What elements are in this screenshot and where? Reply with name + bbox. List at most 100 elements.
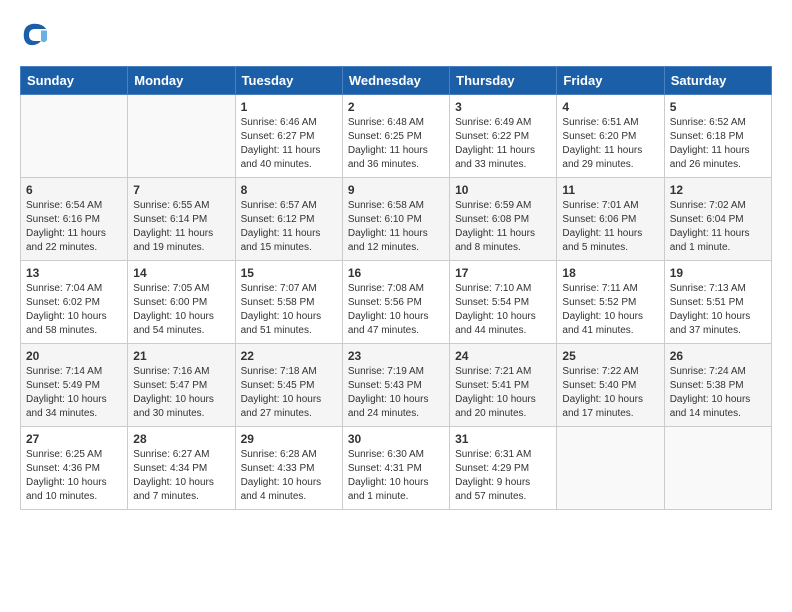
calendar-day: 5 Sunrise: 6:52 AM Sunset: 6:18 PM Daylig… xyxy=(664,95,771,178)
header-cell-monday: Monday xyxy=(128,67,235,95)
calendar-day: 29Sunrise: 6:28 AM Sunset: 4:33 PM Dayli… xyxy=(235,427,342,510)
calendar-day: 13 Sunrise: 7:04 AM Sunset: 6:02 PM Dayli… xyxy=(21,261,128,344)
calendar-week-5: 27 Sunrise: 6:25 AM Sunset: 4:36 PM Dayli… xyxy=(21,427,772,510)
day-info: Sunrise: 6:46 AM Sunset: 6:27 PM Dayligh… xyxy=(241,116,337,172)
day-number: 5 xyxy=(670,100,766,114)
day-number: 9 xyxy=(348,183,444,197)
calendar-day: 7 Sunrise: 6:55 AM Sunset: 6:14 PM Daylig… xyxy=(128,178,235,261)
calendar-day xyxy=(21,95,128,178)
calendar-header: SundayMondayTuesdayWednesdayThursdayFrid… xyxy=(21,67,772,95)
day-info: Sunrise: 7:10 AM Sunset: 5:54 PM Dayligh… xyxy=(455,282,551,338)
calendar-day xyxy=(128,95,235,178)
day-info: Sunrise: 7:22 AM Sunset: 5:40 PM Dayligh… xyxy=(562,365,658,421)
day-number: 24 xyxy=(455,349,551,363)
logo-icon xyxy=(20,20,50,50)
day-number: 23 xyxy=(348,349,444,363)
day-number: 18 xyxy=(562,266,658,280)
calendar-day: 30Sunrise: 6:30 AM Sunset: 4:31 PM Dayli… xyxy=(342,427,449,510)
day-info: Sunrise: 7:16 AM Sunset: 5:47 PM Dayligh… xyxy=(133,365,229,421)
day-info: Sunrise: 7:13 AM Sunset: 5:51 PM Dayligh… xyxy=(670,282,766,338)
day-info: Sunrise: 7:01 AM Sunset: 6:06 PM Dayligh… xyxy=(562,199,658,255)
day-number: 31 xyxy=(455,432,551,446)
logo xyxy=(20,20,54,50)
day-number: 22 xyxy=(241,349,337,363)
header-cell-wednesday: Wednesday xyxy=(342,67,449,95)
calendar-week-1: 1 Sunrise: 6:46 AM Sunset: 6:27 PM Daylig… xyxy=(21,95,772,178)
day-info: Sunrise: 7:05 AM Sunset: 6:00 PM Dayligh… xyxy=(133,282,229,338)
header-cell-thursday: Thursday xyxy=(450,67,557,95)
calendar-day xyxy=(664,427,771,510)
calendar-week-2: 6Sunrise: 6:54 AM Sunset: 6:16 PM Daylig… xyxy=(21,178,772,261)
day-info: Sunrise: 6:58 AM Sunset: 6:10 PM Dayligh… xyxy=(348,199,444,255)
calendar-day: 31 Sunrise: 6:31 AM Sunset: 4:29 PM Dayli… xyxy=(450,427,557,510)
calendar-day: 17Sunrise: 7:10 AM Sunset: 5:54 PM Dayli… xyxy=(450,261,557,344)
day-info: Sunrise: 7:04 AM Sunset: 6:02 PM Dayligh… xyxy=(26,282,122,338)
calendar-day: 14 Sunrise: 7:05 AM Sunset: 6:00 PM Dayli… xyxy=(128,261,235,344)
day-info: Sunrise: 6:49 AM Sunset: 6:22 PM Dayligh… xyxy=(455,116,551,172)
day-info: Sunrise: 6:25 AM Sunset: 4:36 PM Dayligh… xyxy=(26,448,122,504)
day-info: Sunrise: 7:18 AM Sunset: 5:45 PM Dayligh… xyxy=(241,365,337,421)
day-info: Sunrise: 6:27 AM Sunset: 4:34 PM Dayligh… xyxy=(133,448,229,504)
calendar-day: 25 Sunrise: 7:22 AM Sunset: 5:40 PM Dayli… xyxy=(557,344,664,427)
calendar-day: 15 Sunrise: 7:07 AM Sunset: 5:58 PM Dayli… xyxy=(235,261,342,344)
day-number: 6 xyxy=(26,183,122,197)
day-number: 30 xyxy=(348,432,444,446)
day-number: 11 xyxy=(562,183,658,197)
day-number: 29 xyxy=(241,432,337,446)
calendar-day: 2 Sunrise: 6:48 AM Sunset: 6:25 PM Daylig… xyxy=(342,95,449,178)
day-number: 12 xyxy=(670,183,766,197)
calendar-day: 28 Sunrise: 6:27 AM Sunset: 4:34 PM Dayli… xyxy=(128,427,235,510)
day-info: Sunrise: 7:08 AM Sunset: 5:56 PM Dayligh… xyxy=(348,282,444,338)
calendar-day: 18Sunrise: 7:11 AM Sunset: 5:52 PM Dayli… xyxy=(557,261,664,344)
day-number: 19 xyxy=(670,266,766,280)
header-cell-saturday: Saturday xyxy=(664,67,771,95)
day-number: 2 xyxy=(348,100,444,114)
calendar-table: SundayMondayTuesdayWednesdayThursdayFrid… xyxy=(20,66,772,510)
day-info: Sunrise: 6:48 AM Sunset: 6:25 PM Dayligh… xyxy=(348,116,444,172)
day-number: 27 xyxy=(26,432,122,446)
day-number: 3 xyxy=(455,100,551,114)
calendar-day: 20 Sunrise: 7:14 AM Sunset: 5:49 PM Dayli… xyxy=(21,344,128,427)
day-number: 13 xyxy=(26,266,122,280)
day-info: Sunrise: 6:59 AM Sunset: 6:08 PM Dayligh… xyxy=(455,199,551,255)
day-info: Sunrise: 6:57 AM Sunset: 6:12 PM Dayligh… xyxy=(241,199,337,255)
calendar-day: 24Sunrise: 7:21 AM Sunset: 5:41 PM Dayli… xyxy=(450,344,557,427)
day-number: 25 xyxy=(562,349,658,363)
calendar-day: 3 Sunrise: 6:49 AM Sunset: 6:22 PM Daylig… xyxy=(450,95,557,178)
calendar-day: 22 Sunrise: 7:18 AM Sunset: 5:45 PM Dayli… xyxy=(235,344,342,427)
day-number: 7 xyxy=(133,183,229,197)
day-number: 28 xyxy=(133,432,229,446)
day-info: Sunrise: 7:02 AM Sunset: 6:04 PM Dayligh… xyxy=(670,199,766,255)
calendar-day: 4 Sunrise: 6:51 AM Sunset: 6:20 PM Daylig… xyxy=(557,95,664,178)
day-number: 15 xyxy=(241,266,337,280)
calendar-day: 27 Sunrise: 6:25 AM Sunset: 4:36 PM Dayli… xyxy=(21,427,128,510)
calendar-day: 12 Sunrise: 7:02 AM Sunset: 6:04 PM Dayli… xyxy=(664,178,771,261)
calendar-day: 11 Sunrise: 7:01 AM Sunset: 6:06 PM Dayli… xyxy=(557,178,664,261)
day-info: Sunrise: 6:51 AM Sunset: 6:20 PM Dayligh… xyxy=(562,116,658,172)
calendar-day: 16 Sunrise: 7:08 AM Sunset: 5:56 PM Dayli… xyxy=(342,261,449,344)
day-number: 20 xyxy=(26,349,122,363)
day-info: Sunrise: 6:31 AM Sunset: 4:29 PM Dayligh… xyxy=(455,448,551,504)
day-info: Sunrise: 6:52 AM Sunset: 6:18 PM Dayligh… xyxy=(670,116,766,172)
calendar-day: 21 Sunrise: 7:16 AM Sunset: 5:47 PM Dayli… xyxy=(128,344,235,427)
day-number: 8 xyxy=(241,183,337,197)
day-info: Sunrise: 7:07 AM Sunset: 5:58 PM Dayligh… xyxy=(241,282,337,338)
calendar-day xyxy=(557,427,664,510)
day-number: 16 xyxy=(348,266,444,280)
header-cell-sunday: Sunday xyxy=(21,67,128,95)
day-info: Sunrise: 7:14 AM Sunset: 5:49 PM Dayligh… xyxy=(26,365,122,421)
header-cell-tuesday: Tuesday xyxy=(235,67,342,95)
day-number: 1 xyxy=(241,100,337,114)
calendar-day: 19 Sunrise: 7:13 AM Sunset: 5:51 PM Dayli… xyxy=(664,261,771,344)
calendar-week-3: 13 Sunrise: 7:04 AM Sunset: 6:02 PM Dayli… xyxy=(21,261,772,344)
day-number: 21 xyxy=(133,349,229,363)
page-header xyxy=(20,20,772,50)
day-info: Sunrise: 7:24 AM Sunset: 5:38 PM Dayligh… xyxy=(670,365,766,421)
calendar-body: 1 Sunrise: 6:46 AM Sunset: 6:27 PM Daylig… xyxy=(21,95,772,510)
calendar-day: 6Sunrise: 6:54 AM Sunset: 6:16 PM Daylig… xyxy=(21,178,128,261)
calendar-day: 1 Sunrise: 6:46 AM Sunset: 6:27 PM Daylig… xyxy=(235,95,342,178)
day-number: 4 xyxy=(562,100,658,114)
day-info: Sunrise: 6:55 AM Sunset: 6:14 PM Dayligh… xyxy=(133,199,229,255)
day-number: 14 xyxy=(133,266,229,280)
header-cell-friday: Friday xyxy=(557,67,664,95)
